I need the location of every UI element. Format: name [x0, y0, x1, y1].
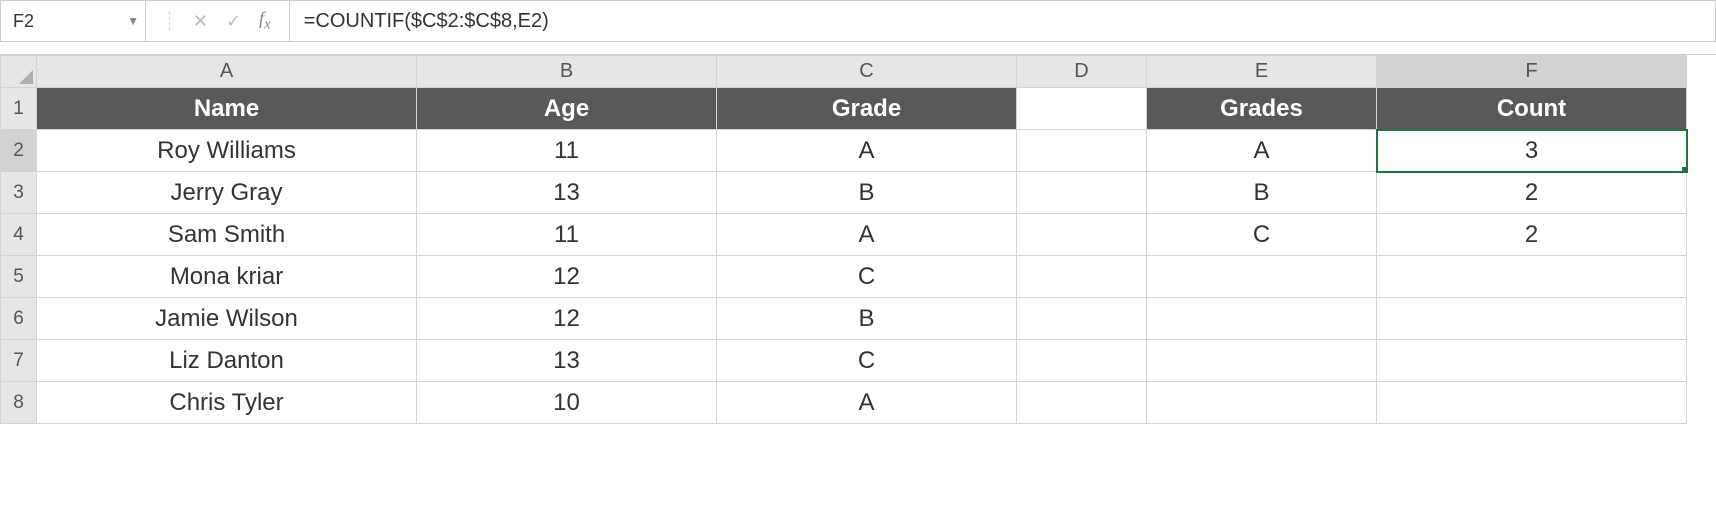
separator-icon: ┊ — [164, 11, 175, 32]
table-row: 2 Roy Williams 11 A A 3 — [1, 130, 1687, 172]
formula-bar-buttons: ┊ ✕ ✓ fx — [146, 1, 290, 41]
table-row: 7 Liz Danton 13 C — [1, 340, 1687, 382]
table-row: 6 Jamie Wilson 12 B — [1, 298, 1687, 340]
cell-e6[interactable] — [1147, 298, 1377, 340]
cell-f2-value: 3 — [1525, 137, 1538, 164]
cell-d7[interactable] — [1017, 340, 1147, 382]
table-row: 5 Mona kriar 12 C — [1, 256, 1687, 298]
table-row: 1 Name Age Grade Grades Count — [1, 88, 1687, 130]
cell-a7[interactable]: Liz Danton — [37, 340, 417, 382]
cell-a4[interactable]: Sam Smith — [37, 214, 417, 256]
cell-e4[interactable]: C — [1147, 214, 1377, 256]
formula-input[interactable]: =COUNTIF($C$2:$C$8,E2) — [290, 1, 1715, 41]
cell-d4[interactable] — [1017, 214, 1147, 256]
cell-f7[interactable] — [1377, 340, 1687, 382]
cell-b7[interactable]: 13 — [417, 340, 717, 382]
cell-d1[interactable] — [1017, 88, 1147, 130]
cell-e3[interactable]: B — [1147, 172, 1377, 214]
cell-e1[interactable]: Grades — [1147, 88, 1377, 130]
name-box-value: F2 — [13, 11, 34, 32]
cell-e2[interactable]: A — [1147, 130, 1377, 172]
select-all-corner[interactable] — [1, 56, 37, 88]
cell-f3[interactable]: 2 — [1377, 172, 1687, 214]
fx-icon[interactable]: fx — [259, 8, 271, 34]
cell-a1[interactable]: Name — [37, 88, 417, 130]
enter-icon[interactable]: ✓ — [226, 11, 241, 32]
cell-d2[interactable] — [1017, 130, 1147, 172]
formula-text: =COUNTIF($C$2:$C$8,E2) — [304, 10, 549, 33]
cell-d6[interactable] — [1017, 298, 1147, 340]
cell-b6[interactable]: 12 — [417, 298, 717, 340]
cell-e7[interactable] — [1147, 340, 1377, 382]
cell-c2[interactable]: A — [717, 130, 1017, 172]
cell-c5[interactable]: C — [717, 256, 1017, 298]
cell-e5[interactable] — [1147, 256, 1377, 298]
cell-a6[interactable]: Jamie Wilson — [37, 298, 417, 340]
row-header-7[interactable]: 7 — [1, 340, 37, 382]
cell-b1[interactable]: Age — [417, 88, 717, 130]
row-header-4[interactable]: 4 — [1, 214, 37, 256]
cell-b4[interactable]: 11 — [417, 214, 717, 256]
cell-a8[interactable]: Chris Tyler — [37, 382, 417, 424]
formula-bar: F2 ▼ ┊ ✕ ✓ fx =COUNTIF($C$2:$C$8,E2) — [0, 0, 1716, 42]
cell-c3[interactable]: B — [717, 172, 1017, 214]
cell-a2[interactable]: Roy Williams — [37, 130, 417, 172]
spreadsheet-grid: A B C D E F 1 Name Age Grade Grades Coun… — [0, 54, 1716, 424]
cell-f5[interactable] — [1377, 256, 1687, 298]
col-header-b[interactable]: B — [417, 56, 717, 88]
col-header-c[interactable]: C — [717, 56, 1017, 88]
name-box[interactable]: F2 ▼ — [1, 1, 146, 41]
cell-a5[interactable]: Mona kriar — [37, 256, 417, 298]
row-header-1[interactable]: 1 — [1, 88, 37, 130]
row-header-3[interactable]: 3 — [1, 172, 37, 214]
column-header-row: A B C D E F — [1, 56, 1687, 88]
row-header-5[interactable]: 5 — [1, 256, 37, 298]
row-header-6[interactable]: 6 — [1, 298, 37, 340]
table-row: 3 Jerry Gray 13 B B 2 — [1, 172, 1687, 214]
cell-b8[interactable]: 10 — [417, 382, 717, 424]
cell-f4[interactable]: 2 — [1377, 214, 1687, 256]
cancel-icon[interactable]: ✕ — [193, 11, 208, 32]
col-header-d[interactable]: D — [1017, 56, 1147, 88]
col-header-a[interactable]: A — [37, 56, 417, 88]
row-header-2[interactable]: 2 — [1, 130, 37, 172]
name-box-dropdown-icon[interactable]: ▼ — [127, 14, 139, 28]
cell-f8[interactable] — [1377, 382, 1687, 424]
cell-b3[interactable]: 13 — [417, 172, 717, 214]
table-row: 8 Chris Tyler 10 A — [1, 382, 1687, 424]
cell-d3[interactable] — [1017, 172, 1147, 214]
cell-f2[interactable]: 3 — [1377, 130, 1687, 172]
cell-a3[interactable]: Jerry Gray — [37, 172, 417, 214]
col-header-f[interactable]: F — [1377, 56, 1687, 88]
cell-c8[interactable]: A — [717, 382, 1017, 424]
cell-f1[interactable]: Count — [1377, 88, 1687, 130]
cell-d8[interactable] — [1017, 382, 1147, 424]
cell-c7[interactable]: C — [717, 340, 1017, 382]
col-header-e[interactable]: E — [1147, 56, 1377, 88]
table-row: 4 Sam Smith 11 A C 2 — [1, 214, 1687, 256]
cell-b5[interactable]: 12 — [417, 256, 717, 298]
cell-d5[interactable] — [1017, 256, 1147, 298]
cell-c1[interactable]: Grade — [717, 88, 1017, 130]
fill-handle[interactable] — [1681, 166, 1687, 172]
cell-e8[interactable] — [1147, 382, 1377, 424]
cell-b2[interactable]: 11 — [417, 130, 717, 172]
row-header-8[interactable]: 8 — [1, 382, 37, 424]
cell-c6[interactable]: B — [717, 298, 1017, 340]
cell-c4[interactable]: A — [717, 214, 1017, 256]
cell-f6[interactable] — [1377, 298, 1687, 340]
